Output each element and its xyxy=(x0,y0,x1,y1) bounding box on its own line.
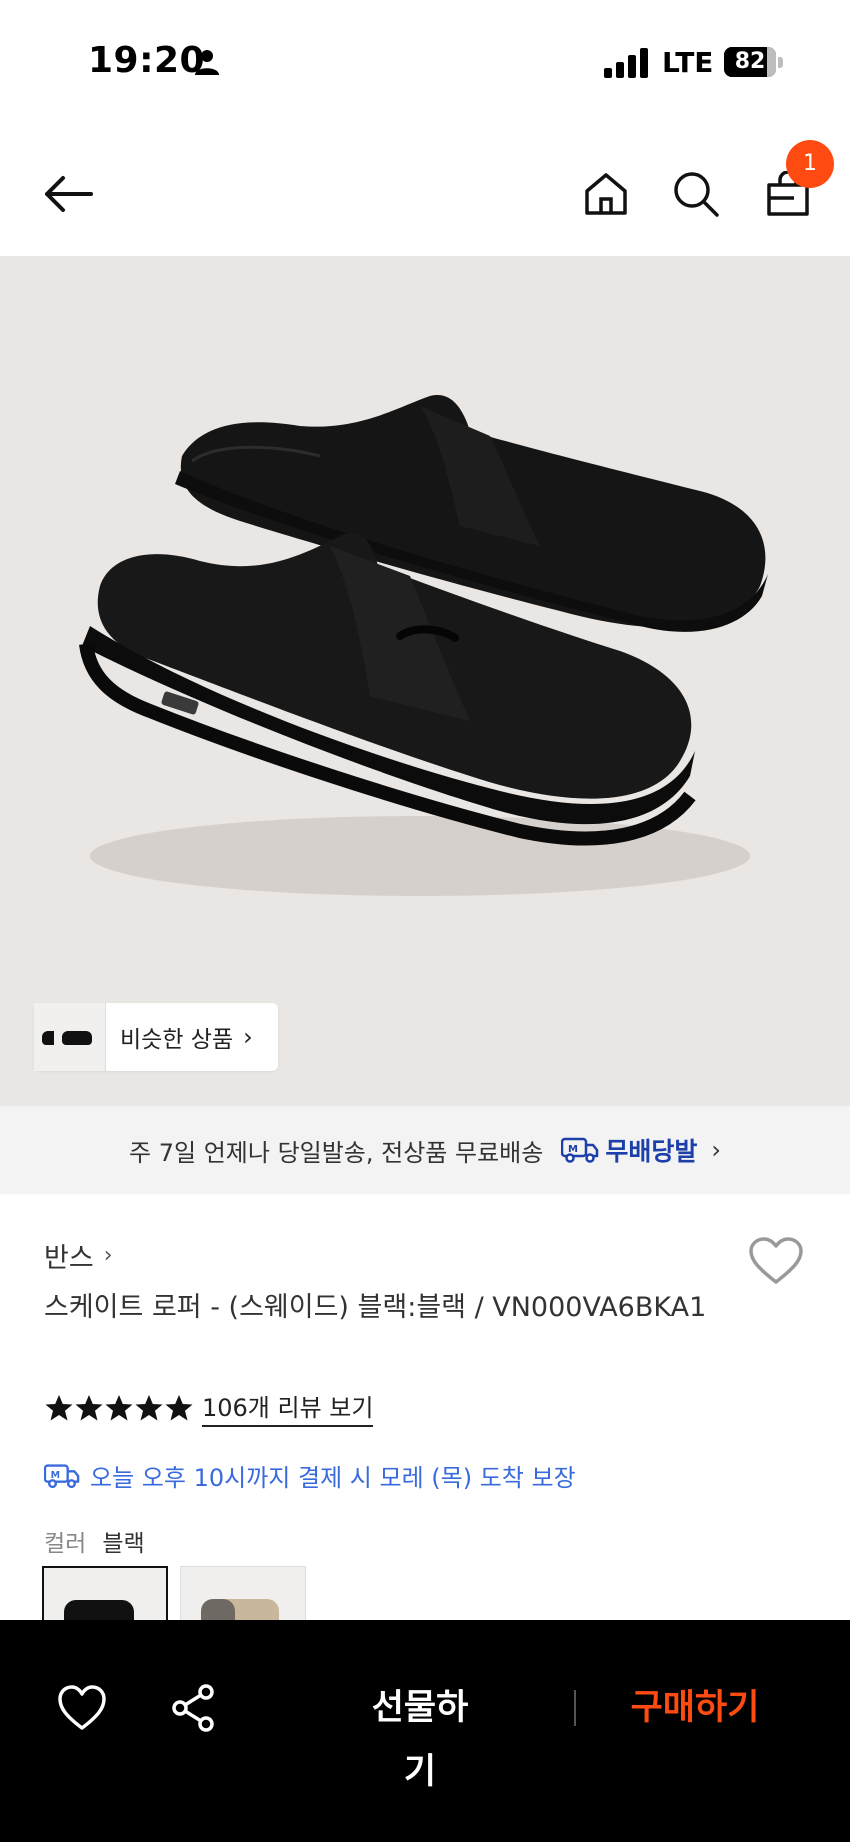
chevron-right-icon: › xyxy=(103,1243,113,1268)
color-label: 컬러 xyxy=(44,1531,87,1557)
star-icon xyxy=(165,1394,193,1420)
rating-stars xyxy=(44,1393,194,1423)
star-icon xyxy=(105,1394,133,1420)
battery-icon: 82 xyxy=(724,47,784,77)
chevron-right-icon: › xyxy=(243,1023,253,1051)
share-icon[interactable] xyxy=(166,1680,222,1736)
star-icon xyxy=(135,1394,163,1420)
wishlist-heart-icon[interactable] xyxy=(748,1236,804,1286)
similar-products-button[interactable]: 비슷한 상품 › xyxy=(34,1003,278,1071)
cart-count-badge: 1 xyxy=(786,140,834,188)
back-arrow-icon xyxy=(45,176,93,212)
truck-icon: M xyxy=(561,1137,599,1163)
star-icon xyxy=(45,1394,73,1420)
brand-name: 반스 xyxy=(44,1243,94,1274)
home-button[interactable] xyxy=(576,164,636,224)
search-button[interactable] xyxy=(666,164,726,224)
brand-link[interactable]: 반스 › xyxy=(44,1236,113,1275)
similar-thumbnails xyxy=(34,1003,110,1071)
star-icon xyxy=(75,1394,103,1420)
product-image[interactable]: 비슷한 상품 › xyxy=(0,256,850,1106)
battery-percent: 82 xyxy=(734,49,766,74)
network-label: LTE xyxy=(662,46,714,79)
delivery-text: 오늘 오후 10시까지 결제 시 모레 (목) 도착 보장 xyxy=(90,1464,576,1492)
search-icon xyxy=(674,172,719,217)
signal-icon xyxy=(604,48,648,78)
delivery-promise: M 오늘 오후 10시까지 결제 시 모레 (목) 도착 보장 xyxy=(44,1458,576,1493)
similar-products-label: 비슷한 상품 xyxy=(120,1027,234,1053)
reviews-link[interactable]: 106개 리뷰 보기 xyxy=(202,1388,374,1427)
shipping-banner[interactable]: 주 7일 언제나 당일발송, 전상품 무료배송 M 무배당발 › xyxy=(0,1106,850,1194)
home-icon xyxy=(585,173,627,215)
divider xyxy=(574,1690,576,1726)
color-swatch-black[interactable] xyxy=(42,1566,168,1626)
chevron-right-icon: › xyxy=(711,1136,721,1164)
shipping-text: 주 7일 언제나 당일발송, 전상품 무료배송 xyxy=(129,1138,544,1167)
heart-icon[interactable] xyxy=(54,1680,110,1736)
loafers-image xyxy=(79,395,768,846)
color-value: 블랙 xyxy=(102,1531,145,1557)
top-nav xyxy=(0,120,850,256)
back-button[interactable] xyxy=(38,164,98,224)
svg-text:M: M xyxy=(568,1144,578,1155)
truck-icon: M xyxy=(44,1463,80,1488)
status-time: 19:20 xyxy=(88,40,206,81)
product-title: 스케이트 로퍼 - (스웨이드) 블랙:블랙 / VN000VA6BKA1 xyxy=(44,1292,707,1323)
free-delivery-badge: 무배당발 xyxy=(605,1137,698,1166)
gift-button[interactable]: 선물하기 xyxy=(360,1676,480,1792)
bottom-action-bar: 선물하기 구매하기 xyxy=(0,1620,850,1842)
color-swatch-other[interactable] xyxy=(180,1566,306,1626)
person-icon xyxy=(195,50,219,75)
buy-button[interactable]: 구매하기 xyxy=(610,1676,780,1740)
svg-text:M: M xyxy=(51,1469,60,1480)
color-row: 컬러 블랙 xyxy=(44,1524,145,1558)
status-bar: 19:20 LTE 82 xyxy=(0,0,850,120)
rating-row: 106개 리뷰 보기 xyxy=(44,1388,374,1427)
